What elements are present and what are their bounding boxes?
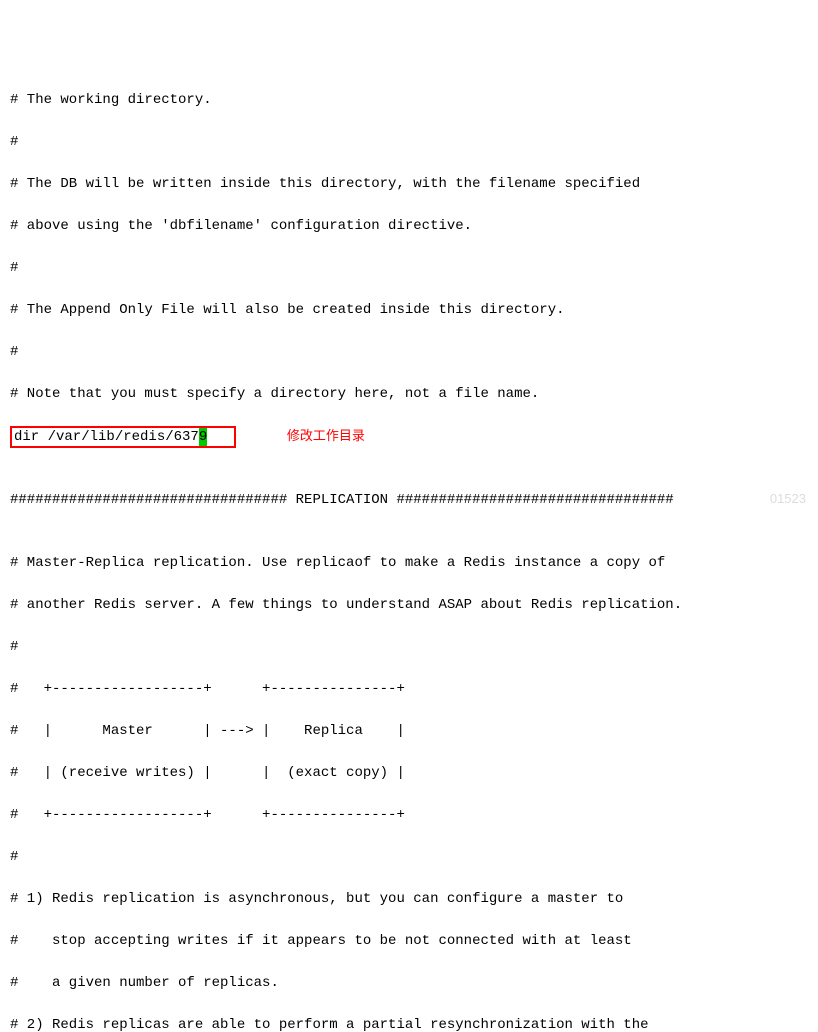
highlight-box: dir /var/lib/redis/6379	[10, 426, 236, 448]
comment-line: #	[10, 258, 808, 279]
comment-line: # The working directory.	[10, 90, 808, 111]
comment-line: #	[10, 132, 808, 153]
comment-line: #	[10, 342, 808, 363]
section-header: ################################# REPLIC…	[10, 490, 808, 511]
annotation-label: 修改工作目录	[287, 428, 365, 443]
comment-line: # above using the 'dbfilename' configura…	[10, 216, 808, 237]
comment-line: # stop accepting writes if it appears to…	[10, 931, 808, 952]
cursor-icon: 9	[199, 428, 207, 446]
comment-line: # Note that you must specify a directory…	[10, 384, 808, 405]
diagram-line: # +------------------+ +---------------+	[10, 679, 808, 700]
dir-config-line: dir /var/lib/redis/6379 修改工作目录	[10, 426, 808, 448]
comment-line: # 1) Redis replication is asynchronous, …	[10, 889, 808, 910]
diagram-line: # +------------------+ +---------------+	[10, 805, 808, 826]
comment-line: # 2) Redis replicas are able to perform …	[10, 1015, 808, 1032]
comment-line: #	[10, 637, 808, 658]
dir-value: dir /var/lib/redis/637	[14, 429, 199, 445]
comment-line: # a given number of replicas.	[10, 973, 808, 994]
comment-line: # The DB will be written inside this dir…	[10, 174, 808, 195]
comment-line: # Master-Replica replication. Use replic…	[10, 553, 808, 574]
diagram-line: # | Master | ---> | Replica |	[10, 721, 808, 742]
comment-line: # another Redis server. A few things to …	[10, 595, 808, 616]
diagram-line: # | (receive writes) | | (exact copy) |	[10, 763, 808, 784]
comment-line: #	[10, 847, 808, 868]
comment-line: # The Append Only File will also be crea…	[10, 300, 808, 321]
